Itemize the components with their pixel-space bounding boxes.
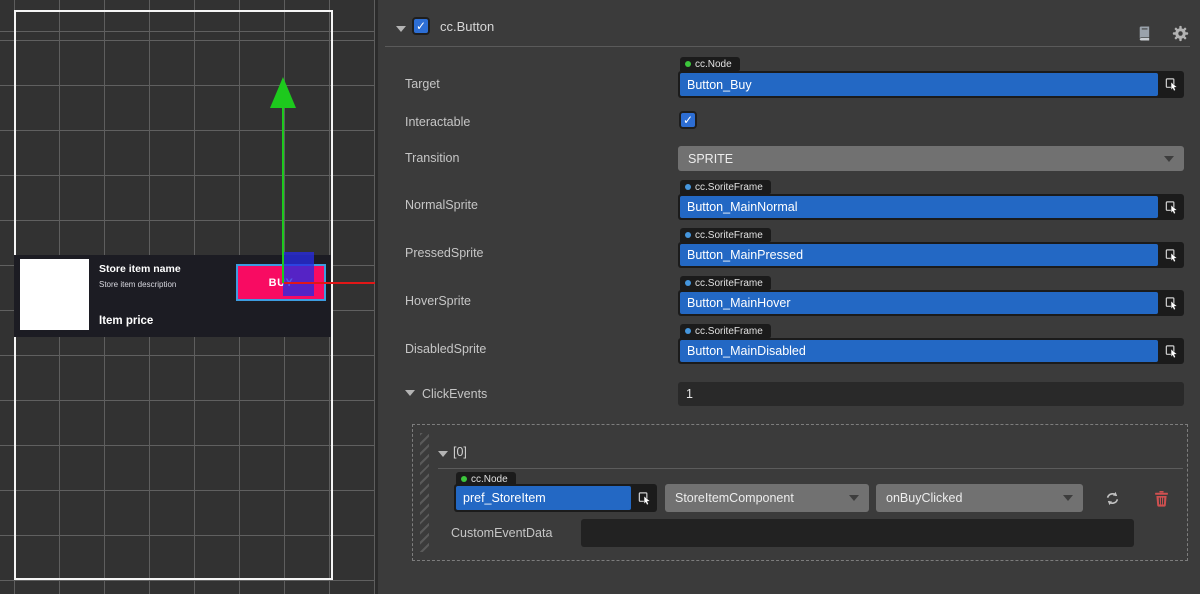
disabledsprite-field[interactable]: Button_MainDisabled xyxy=(678,338,1184,364)
gear-icon[interactable] xyxy=(1171,24,1189,42)
property-label-hoversprite: HoverSprite xyxy=(405,294,471,308)
event-handler-dropdown[interactable]: onBuyClicked xyxy=(876,484,1083,512)
property-label-normalsprite: NormalSprite xyxy=(405,198,478,212)
node-picker-icon[interactable] xyxy=(633,486,655,510)
gizmo-y-axis-line[interactable] xyxy=(282,107,284,283)
type-tag-node: cc.Node xyxy=(680,57,740,71)
pressedsprite-value: Button_MainPressed xyxy=(680,244,1158,266)
event-0-collapse-toggle[interactable] xyxy=(438,451,448,457)
target-node-field[interactable]: Button_Buy xyxy=(678,71,1184,98)
property-label-pressedsprite: PressedSprite xyxy=(405,246,484,260)
target-node-value: Button_Buy xyxy=(680,73,1158,96)
asset-picker-icon[interactable] xyxy=(1160,340,1182,362)
clickevents-collapse-toggle[interactable] xyxy=(405,390,415,396)
event-handler-value: onBuyClicked xyxy=(886,491,962,505)
component-enabled-checkbox[interactable]: ✓ xyxy=(412,17,430,35)
inspector-panel: ✓ cc.Button Target xyxy=(378,0,1200,594)
header-separator xyxy=(385,46,1190,47)
chevron-down-icon xyxy=(1063,495,1073,501)
type-tag-spriteframe: cc.SoriteFrame xyxy=(680,228,771,242)
spriteframe-type-dot-icon xyxy=(685,328,691,334)
array-item-hatch-strip xyxy=(420,433,429,552)
store-item-description-label: Store item description xyxy=(99,280,176,289)
normalsprite-field[interactable]: Button_MainNormal xyxy=(678,194,1184,220)
transition-value: SPRITE xyxy=(688,152,733,166)
node-type-dot-icon xyxy=(685,61,691,67)
asset-picker-icon[interactable] xyxy=(1160,244,1182,266)
type-tag-spriteframe: cc.SoriteFrame xyxy=(680,276,771,290)
delete-event-trash-icon[interactable] xyxy=(1151,487,1171,509)
customeventdata-label: CustomEventData xyxy=(451,526,552,540)
chevron-down-icon xyxy=(849,495,859,501)
asset-picker-icon[interactable] xyxy=(1160,196,1182,218)
component-title: cc.Button xyxy=(440,19,494,34)
spriteframe-type-dot-icon xyxy=(685,280,691,286)
event-target-node-value: pref_StoreItem xyxy=(456,486,631,510)
docs-icon[interactable] xyxy=(1135,24,1153,42)
property-label-clickevents: ClickEvents xyxy=(422,387,487,401)
property-label-disabledsprite: DisabledSprite xyxy=(405,342,486,356)
store-item-name-label: Store item name xyxy=(99,263,181,275)
normalsprite-value: Button_MainNormal xyxy=(680,196,1158,218)
type-tag-spriteframe: cc.SoriteFrame xyxy=(680,324,771,338)
refresh-icon[interactable] xyxy=(1101,487,1123,509)
node-picker-icon[interactable] xyxy=(1160,73,1182,96)
editor-window: Store item name Store item description I… xyxy=(0,0,1200,594)
customeventdata-input[interactable] xyxy=(581,519,1134,547)
event-0-index-label: [0] xyxy=(453,445,467,459)
disabledsprite-value: Button_MainDisabled xyxy=(680,340,1158,362)
gizmo-x-axis-line[interactable] xyxy=(284,282,375,284)
scene-view[interactable]: Store item name Store item description I… xyxy=(0,0,377,594)
asset-picker-icon[interactable] xyxy=(1160,292,1182,314)
spriteframe-type-dot-icon xyxy=(685,232,691,238)
gizmo-y-axis-arrow-icon[interactable] xyxy=(270,77,296,108)
store-item-icon-placeholder xyxy=(20,259,89,330)
click-event-item-container: [0] cc.Node pref_StoreItem StoreItemComp… xyxy=(412,424,1188,561)
hoversprite-value: Button_MainHover xyxy=(680,292,1158,314)
book-icon xyxy=(1136,25,1153,42)
store-item-price-label: Item price xyxy=(99,315,153,327)
clickevents-count-field[interactable]: 1 xyxy=(678,382,1184,406)
node-type-dot-icon xyxy=(461,476,467,482)
anchor-gizmo-rect[interactable] xyxy=(283,252,314,296)
spriteframe-type-dot-icon xyxy=(685,184,691,190)
interactable-checkbox[interactable]: ✓ xyxy=(679,111,697,129)
property-label-transition: Transition xyxy=(405,151,459,165)
pressedsprite-field[interactable]: Button_MainPressed xyxy=(678,242,1184,268)
component-collapse-toggle[interactable] xyxy=(396,26,406,32)
event-0-separator xyxy=(438,468,1183,469)
event-target-node-field[interactable]: pref_StoreItem xyxy=(454,484,657,512)
hoversprite-field[interactable]: Button_MainHover xyxy=(678,290,1184,316)
event-component-value: StoreItemComponent xyxy=(675,491,794,505)
chevron-down-icon xyxy=(1164,156,1174,162)
event-component-dropdown[interactable]: StoreItemComponent xyxy=(665,484,869,512)
property-label-target: Target xyxy=(405,77,440,91)
property-label-interactable: Interactable xyxy=(405,115,470,129)
transition-dropdown[interactable]: SPRITE xyxy=(678,146,1184,171)
type-tag-spriteframe: cc.SoriteFrame xyxy=(680,180,771,194)
